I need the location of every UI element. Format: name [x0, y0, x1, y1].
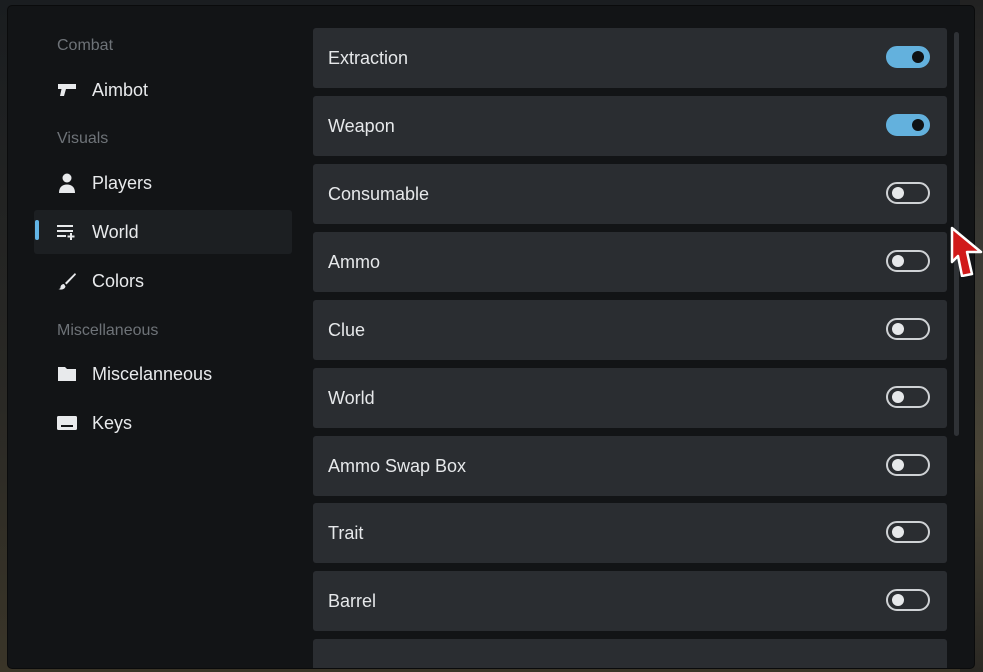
option-row-world[interactable]: World: [313, 368, 947, 428]
option-row-clue[interactable]: Clue: [313, 300, 947, 360]
toggle-knob: [912, 51, 924, 63]
ammo-swap-box-toggle[interactable]: [886, 454, 930, 476]
sidebar-item-label: Keys: [92, 412, 133, 433]
option-row-extraction[interactable]: Extraction: [313, 28, 947, 88]
sidebar-item-label: Miscelanneous: [92, 363, 213, 384]
toggle-knob: [892, 323, 904, 335]
barrel-toggle[interactable]: [886, 589, 930, 611]
toggle-knob: [892, 391, 904, 403]
extraction-toggle[interactable]: [886, 46, 930, 68]
list-icon: [57, 222, 77, 242]
sidebar-item-label: World: [92, 221, 139, 242]
option-label: Ammo: [328, 252, 381, 272]
sidebar-item-aimbot[interactable]: Aimbot: [34, 68, 292, 112]
option-row-barrel[interactable]: Barrel: [313, 571, 947, 631]
section-title-visuals: Visuals: [57, 130, 109, 147]
section-title-miscellaneous: Miscellaneous: [57, 322, 159, 339]
option-row-ammo-swap-box[interactable]: Ammo Swap Box: [313, 436, 947, 496]
option-row-consumable[interactable]: Consumable: [313, 164, 947, 224]
option-row-ammo[interactable]: Ammo: [313, 232, 947, 292]
world-toggle[interactable]: [886, 386, 930, 408]
gun-icon: [57, 80, 77, 100]
options-list: Extraction Weapon Consumable Ammo Clue W…: [313, 6, 949, 668]
section-title-combat: Combat: [57, 37, 114, 54]
sidebar-item-label: Players: [92, 172, 153, 193]
clue-toggle[interactable]: [886, 318, 930, 340]
trait-toggle[interactable]: [886, 521, 930, 543]
sidebar-item-colors[interactable]: Colors: [34, 259, 292, 303]
sidebar-item-players[interactable]: Players: [34, 161, 292, 205]
toggle-knob: [892, 459, 904, 471]
option-row-partial[interactable]: [313, 639, 947, 668]
option-label: Consumable: [328, 184, 430, 204]
sidebar-item-world[interactable]: World: [34, 210, 292, 254]
option-label: Clue: [328, 320, 366, 340]
sidebar: Combat Aimbot Visuals Players World Colo…: [8, 6, 308, 668]
active-indicator: [35, 220, 39, 240]
sidebar-item-label: Aimbot: [92, 79, 149, 100]
option-label: Weapon: [328, 116, 395, 136]
toggle-knob: [892, 187, 904, 199]
sidebar-item-miscelanneous[interactable]: Miscelanneous: [34, 352, 292, 396]
toggle-knob: [892, 255, 904, 267]
cursor-arrow-icon: [950, 226, 983, 277]
option-row-weapon[interactable]: Weapon: [313, 96, 947, 156]
option-label: World: [328, 388, 375, 408]
option-row-trait[interactable]: Trait: [313, 503, 947, 563]
option-label: Ammo Swap Box: [328, 456, 467, 476]
option-label: Extraction: [328, 48, 409, 68]
folder-icon: [57, 364, 77, 384]
sidebar-item-keys[interactable]: Keys: [34, 401, 292, 445]
weapon-toggle[interactable]: [886, 114, 930, 136]
brush-icon: [57, 271, 77, 291]
toggle-knob: [892, 594, 904, 606]
option-label: Trait: [328, 523, 364, 543]
option-label: Barrel: [328, 591, 377, 611]
toggle-knob: [892, 526, 904, 538]
keyboard-icon: [57, 413, 77, 433]
person-icon: [57, 173, 77, 193]
consumable-toggle[interactable]: [886, 182, 930, 204]
settings-window: Combat Aimbot Visuals Players World Colo…: [8, 6, 974, 668]
sidebar-item-label: Colors: [92, 270, 145, 291]
ammo-toggle[interactable]: [886, 250, 930, 272]
toggle-knob: [912, 119, 924, 131]
